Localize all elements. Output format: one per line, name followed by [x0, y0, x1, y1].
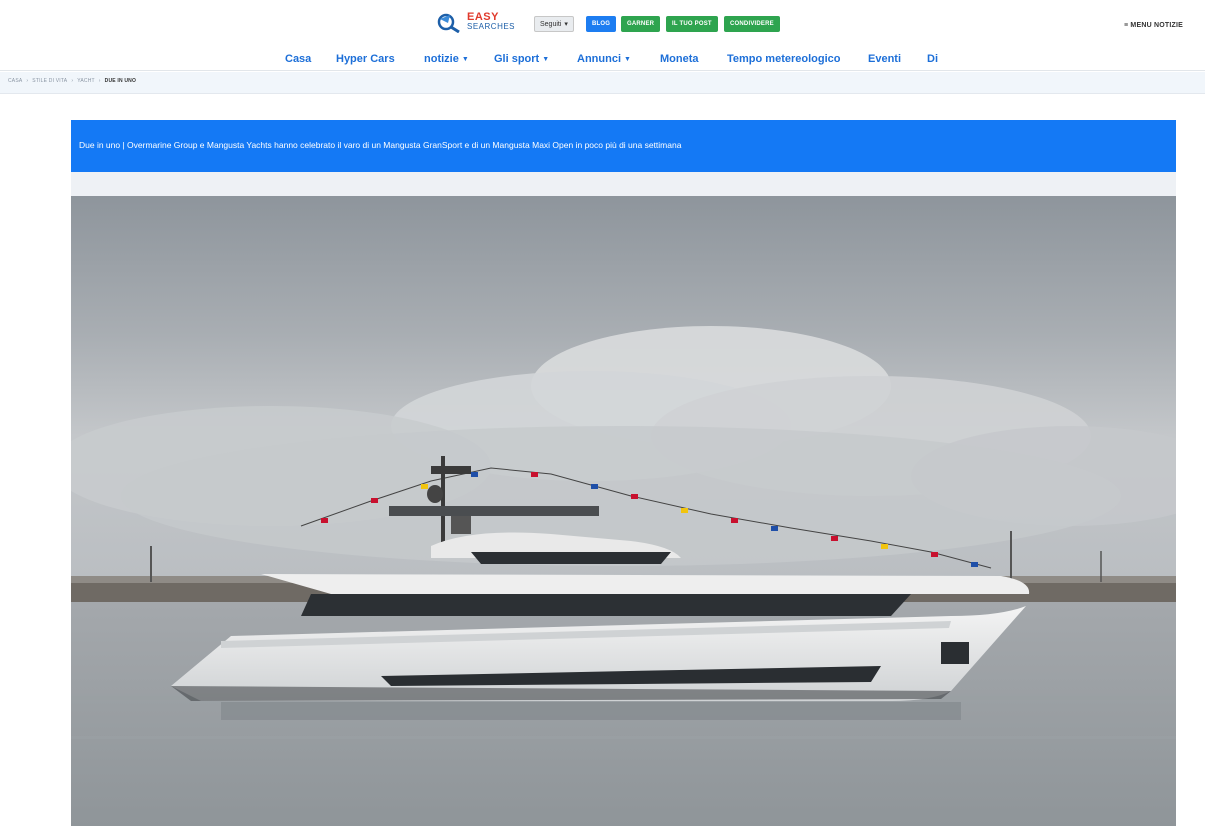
yacht-photo — [71, 196, 1176, 826]
breadcrumb-bar: CASA › STILE DI VITA › YACHT › DUE IN UN… — [0, 72, 1205, 94]
site-logo[interactable]: EASY SEARCHES — [437, 11, 516, 34]
nav-item-tempo[interactable]: Tempo metereologico — [727, 53, 840, 65]
share-button[interactable]: CONDIVIDERE — [724, 16, 780, 32]
logo-line1: EASY — [467, 11, 499, 23]
logo-text: EASY SEARCHES — [467, 11, 516, 32]
language-dropdown[interactable]: Seguiti ▾ — [534, 16, 574, 32]
chevron-down-icon: ▼ — [461, 56, 469, 63]
garner-button[interactable]: GARNER — [621, 16, 661, 32]
news-menu-link[interactable]: ≡ MENU NOTIZIE — [1124, 22, 1183, 29]
breadcrumb-separator: › — [71, 78, 74, 84]
blog-button[interactable]: BLOG — [586, 16, 617, 32]
nav-item-di[interactable]: Di — [927, 53, 938, 65]
logo-icon — [437, 11, 463, 34]
nav-item-gli-sport[interactable]: Gli sport ▼ — [494, 53, 549, 65]
language-label: Seguiti — [540, 20, 562, 28]
chevron-down-icon: ▼ — [542, 56, 550, 63]
logo-line2: SEARCHES — [467, 22, 516, 31]
nav-item-annunci[interactable]: Annunci ▼ — [577, 53, 631, 65]
banner-spacer — [71, 172, 1176, 196]
nav-item-hyper-cars[interactable]: Hyper Cars — [336, 53, 395, 65]
breadcrumb-yacht[interactable]: YACHT — [77, 78, 95, 84]
breadcrumb: CASA › STILE DI VITA › YACHT › DUE IN UN… — [8, 78, 136, 84]
breadcrumb-separator: › — [98, 78, 101, 84]
hero-image — [71, 196, 1176, 826]
chevron-down-icon: ▼ — [624, 56, 631, 63]
article-title: Due in uno | Overmarine Group e Mangusta… — [79, 140, 682, 150]
main-nav: Casa Hyper Cars notizie ▼ Gli sport ▼ Annu… — [0, 45, 1205, 71]
nav-item-eventi[interactable]: Eventi — [868, 53, 901, 65]
nav-item-moneta[interactable]: Moneta — [660, 53, 699, 65]
breadcrumb-home[interactable]: CASA — [8, 78, 22, 84]
nav-item-casa[interactable]: Casa — [285, 53, 311, 65]
top-bar: EASY SEARCHES Seguiti ▾ BLOG GARNER IL T… — [0, 0, 1205, 45]
nav-item-notizie[interactable]: notizie ▼ — [424, 53, 469, 65]
breadcrumb-current: DUE IN UNO — [104, 78, 137, 84]
chevron-down-icon: ▾ — [564, 21, 568, 28]
breadcrumb-separator: › — [26, 78, 29, 84]
your-post-button[interactable]: IL TUO POST — [666, 16, 718, 32]
breadcrumb-lifestyle[interactable]: STILE DI VITA — [32, 78, 67, 84]
article-title-banner: Due in uno | Overmarine Group e Mangusta… — [71, 120, 1176, 172]
